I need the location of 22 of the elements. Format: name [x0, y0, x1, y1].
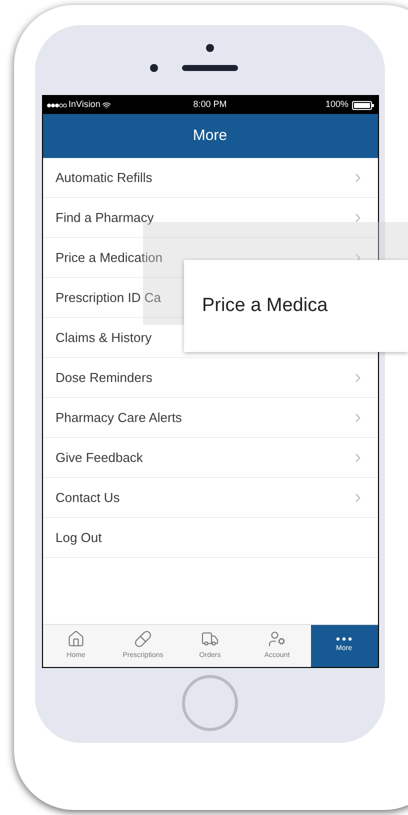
home-button[interactable]: [182, 675, 238, 731]
battery-icon: [352, 100, 374, 110]
user-gear-icon: [268, 630, 286, 648]
menu-item[interactable]: Contact Us: [42, 478, 378, 518]
menu-item[interactable]: Pharmacy Care Alerts: [42, 398, 378, 438]
truck-icon: [201, 630, 219, 648]
menu-item[interactable]: Dose Reminders: [42, 358, 378, 398]
wifi-icon: [102, 100, 112, 110]
header-title: More: [192, 126, 228, 146]
menu-item[interactable]: Find a Pharmacy: [42, 198, 378, 238]
menu-item[interactable]: Log Out: [42, 518, 378, 558]
house-icon: [67, 630, 85, 648]
carrier-name: InVision: [68, 98, 100, 112]
signal-icon: [46, 102, 66, 108]
tooltip: Price a Medica: [184, 260, 408, 352]
speaker-slot: [182, 65, 238, 71]
ellipsis-icon: [336, 637, 352, 642]
battery-percent: 100%: [325, 98, 348, 112]
menu-item[interactable]: Automatic Refills: [42, 158, 378, 198]
status-time: 8:00 PM: [193, 98, 227, 112]
pill-icon: [134, 630, 152, 648]
menu-item[interactable]: Give Feedback: [42, 438, 378, 478]
